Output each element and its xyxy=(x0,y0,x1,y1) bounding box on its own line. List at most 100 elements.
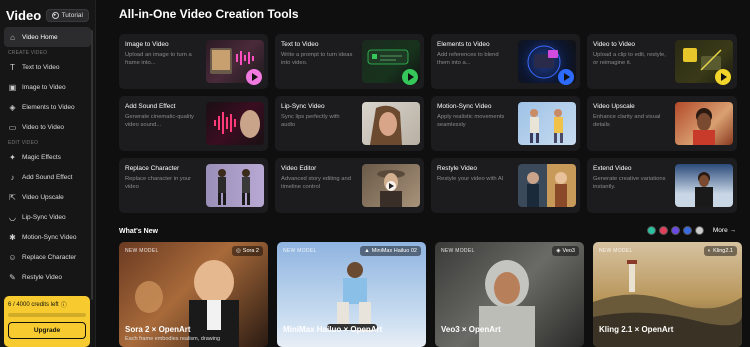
tool-thumbnail xyxy=(362,164,420,207)
sidebar-item-motion-sync-video[interactable]: ✱ Motion-Sync Video xyxy=(4,227,91,247)
arrow-right-icon: → xyxy=(729,227,737,234)
sidebar-item-video-to-video[interactable]: ▭ Video to Video xyxy=(4,117,91,137)
app-title: Video xyxy=(6,8,42,23)
sidebar-item-label: Video Upscale xyxy=(22,193,64,201)
tool-card-add-sound-effect[interactable]: Add Sound Effect Generate cinematic-qual… xyxy=(119,96,268,151)
news-card-veo3[interactable]: NEW MODEL ◈ Veo3 Veo3 × OpenArt xyxy=(435,242,584,347)
video-icon: ▭ xyxy=(8,122,17,132)
sidebar-item-elements-to-video[interactable]: ◈ Elements to Video xyxy=(4,97,91,117)
news-card-minimax-hailuo[interactable]: NEW MODEL ▲ MiniMax Hailuo 02 MiniMax Hai… xyxy=(277,242,426,347)
tool-card-lip-sync-video[interactable]: Lip-Sync Video Sync lips perfectly with … xyxy=(275,96,424,151)
sidebar-item-video-home[interactable]: ⌂ Video Home xyxy=(4,27,91,47)
model-logo-icon[interactable] xyxy=(646,226,656,235)
model-name: Sora 2 xyxy=(242,248,259,254)
whats-new-heading: What's New xyxy=(119,228,159,235)
sidebar-item-label: Video to Video xyxy=(22,123,65,131)
upgrade-button[interactable]: Upgrade xyxy=(8,322,86,339)
model-logo-icon: ▲ xyxy=(364,248,370,254)
tool-desc: Upload an image to turn a frame into... xyxy=(125,52,192,66)
tool-card-extend-video[interactable]: Extend Video Generate creative variation… xyxy=(587,158,737,213)
sidebar-item-image-to-video[interactable]: ▣ Image to Video xyxy=(4,77,91,97)
credits-text: 6 / 4000 credits left ⓘ xyxy=(8,300,86,310)
credits-bar xyxy=(8,313,86,317)
sidebar-item-restyle-video[interactable]: ✎ Restyle Video xyxy=(4,267,91,287)
model-logo-icon[interactable] xyxy=(694,226,704,235)
sidebar-item-label: Text to Video xyxy=(22,63,60,71)
tool-name: Image to Video xyxy=(125,41,169,48)
tool-desc: Apply realistic movements seamlessly xyxy=(437,114,505,128)
tool-name: Replace Character xyxy=(125,165,180,172)
sidebar-item-add-sound-effect[interactable]: ♪ Add Sound Effect xyxy=(4,167,91,187)
sidebar-item-label: Replace Character xyxy=(22,253,77,261)
upscale-icon: ⇱ xyxy=(9,192,16,202)
sidebar-item-label: Video Home xyxy=(22,33,58,41)
motion-icon: ✱ xyxy=(9,232,16,242)
play-icon[interactable] xyxy=(246,69,262,85)
tool-name: Elements to Video xyxy=(437,41,490,48)
tool-thumbnail xyxy=(206,102,264,145)
more-link[interactable]: More → xyxy=(713,227,736,234)
tool-desc: Upload a clip to edit, restyle, or reima… xyxy=(593,52,666,66)
model-logo-icon[interactable] xyxy=(682,226,692,235)
tool-desc: Generate cinematic-quality video sound..… xyxy=(125,114,194,128)
image-icon: ▣ xyxy=(8,82,17,92)
tool-name: Video Upscale xyxy=(593,103,635,110)
play-icon[interactable] xyxy=(558,69,574,85)
sidebar-item-magic-effects[interactable]: ✦ Magic Effects xyxy=(4,147,91,167)
info-icon[interactable]: ⓘ xyxy=(61,300,67,309)
sidebar-item-label: Elements to Video xyxy=(22,103,75,111)
tool-name: Add Sound Effect xyxy=(125,103,176,110)
tool-desc: Advanced story editing and timeline cont… xyxy=(281,176,351,190)
sidebar-item-video-upscale[interactable]: ⇱ Video Upscale xyxy=(4,187,91,207)
tool-name: Restyle Video xyxy=(437,165,477,172)
tool-card-motion-sync-video[interactable]: Motion-Sync Video Apply realistic moveme… xyxy=(431,96,580,151)
model-logo-icon[interactable] xyxy=(670,226,680,235)
tool-card-video-editor[interactable]: Video Editor Advanced story editing and … xyxy=(275,158,424,213)
sidebar-item-label: Magic Effects xyxy=(22,153,61,161)
sidebar-item-lip-sync-video[interactable]: ◡ Lip-Sync Video xyxy=(4,207,91,227)
new-model-badge: NEW MODEL xyxy=(283,248,317,254)
tools-grid: Image to Video Upload an image to turn a… xyxy=(119,34,737,213)
news-card-kling21[interactable]: NEW MODEL ◐ Kling2.1 Kling 2.1 × OpenArt xyxy=(593,242,742,347)
news-card-sora2[interactable]: NEW MODEL ◎ Sora 2 Sora 2 × OpenArt Each … xyxy=(119,242,268,347)
tool-thumbnail xyxy=(518,102,576,145)
tutorial-button[interactable]: ▸ Tutorial xyxy=(45,9,89,22)
sound-icon: ♪ xyxy=(10,172,15,182)
tool-name: Video Editor xyxy=(281,165,317,172)
model-name: Veo3 xyxy=(562,248,575,254)
sidebar-item-label: Add Sound Effect xyxy=(22,173,73,181)
tool-card-restyle-video[interactable]: Restyle Video Restyle your video with AI xyxy=(431,158,580,213)
play-icon[interactable] xyxy=(402,69,418,85)
sidebar-item-replace-character[interactable]: ☺ Replace Character xyxy=(4,247,91,267)
play-icon[interactable] xyxy=(715,69,731,85)
sidebar: Video ▸ Tutorial ⌂ Video Home CREATE VID… xyxy=(0,0,96,347)
tool-card-image-to-video[interactable]: Image to Video Upload an image to turn a… xyxy=(119,34,268,89)
model-name: Kling2.1 xyxy=(713,248,733,254)
sidebar-header: Video ▸ Tutorial xyxy=(0,0,95,24)
tool-thumbnail xyxy=(206,164,264,207)
card-title: Kling 2.1 × OpenArt xyxy=(599,325,674,334)
model-logo-icon[interactable] xyxy=(658,226,668,235)
tool-card-replace-character[interactable]: Replace Character Replace character in y… xyxy=(119,158,268,213)
text-icon: T xyxy=(10,62,15,72)
play-circle-icon: ▸ xyxy=(51,12,59,19)
card-title: Sora 2 × OpenArt xyxy=(125,325,191,334)
tool-desc: Sync lips perfectly with audio xyxy=(281,114,340,128)
sidebar-scrollbar[interactable] xyxy=(91,30,93,300)
brush-icon: ✎ xyxy=(9,272,16,282)
whats-new-controls: More → xyxy=(646,226,736,235)
page-title: All-in-One Video Creation Tools xyxy=(119,7,299,21)
card-title: Veo3 × OpenArt xyxy=(441,325,501,334)
tool-desc: Replace character in your video xyxy=(125,176,192,190)
tool-card-text-to-video[interactable]: Text to Video Write a prompt to turn ide… xyxy=(275,34,424,89)
person-icon: ☺ xyxy=(8,252,17,262)
tool-desc: Write a prompt to turn ideas into video. xyxy=(281,52,353,66)
model-logo-icon: ◎ xyxy=(235,248,241,254)
tutorial-label: Tutorial xyxy=(61,12,83,19)
tool-card-video-to-video[interactable]: Video to Video Upload a clip to edit, re… xyxy=(587,34,737,89)
new-model-badge: NEW MODEL xyxy=(125,248,159,254)
card-title: MiniMax Hailuo × OpenArt xyxy=(283,325,383,334)
tool-card-elements-to-video[interactable]: Elements to Video Add references to blen… xyxy=(431,34,580,89)
sidebar-item-text-to-video[interactable]: T Text to Video xyxy=(4,57,91,77)
tool-card-video-upscale[interactable]: Video Upscale Enhance clarity and visual… xyxy=(587,96,737,151)
